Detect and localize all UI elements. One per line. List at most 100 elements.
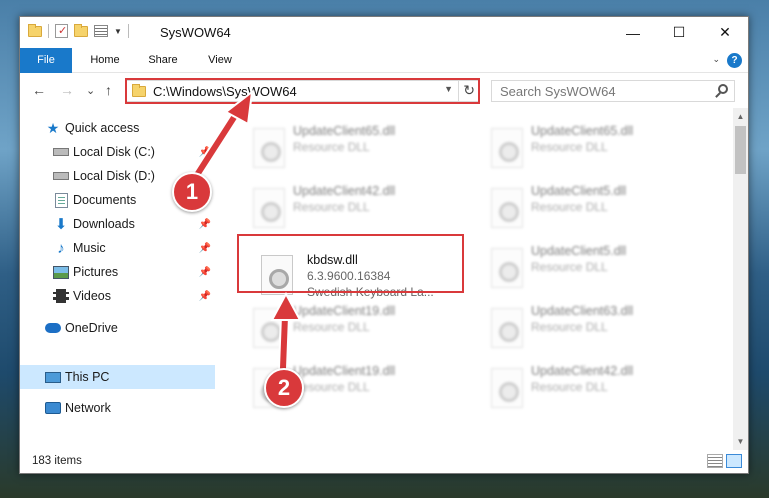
tab-file[interactable]: File xyxy=(20,48,72,73)
file-type: Resource DLL xyxy=(293,320,370,334)
sidebar-item-this-pc[interactable]: This PC xyxy=(20,365,215,389)
back-button[interactable]: ← xyxy=(32,82,46,98)
file-type: Resource DLL xyxy=(531,200,608,214)
status-bar: 183 items xyxy=(20,450,748,473)
title-bar: ▼ SysWOW64 — ☐ ✕ xyxy=(20,17,748,48)
tiles-view-button[interactable] xyxy=(726,454,742,468)
new-folder-icon[interactable] xyxy=(74,23,88,37)
file-type: Resource DLL xyxy=(293,380,370,394)
help-icon[interactable]: ? xyxy=(727,53,742,68)
drive-icon xyxy=(53,145,69,159)
tab-home[interactable]: Home xyxy=(80,48,130,73)
sidebar-item-network[interactable]: Network xyxy=(20,396,215,420)
dll-file-icon xyxy=(491,128,523,168)
tab-share[interactable]: Share xyxy=(138,48,188,73)
pin-icon[interactable]: 📌 xyxy=(199,243,211,254)
sidebar-item-label: Network xyxy=(65,401,111,415)
expand-ribbon-icon[interactable]: ⌄ xyxy=(712,54,720,65)
folder-icon xyxy=(28,23,42,37)
dll-file-icon xyxy=(253,188,285,228)
sidebar-item-label: OneDrive xyxy=(65,321,118,335)
drive-icon xyxy=(53,169,69,183)
sidebar-item-label: Music xyxy=(73,241,106,255)
tab-view[interactable]: View xyxy=(198,48,242,73)
file-name: UpdateClient42.dll xyxy=(531,364,634,378)
file-name: UpdateClient63.dll xyxy=(531,304,634,318)
file-highlight-box xyxy=(237,234,464,293)
file-item[interactable]: UpdateClient65.dll Resource DLL xyxy=(481,118,711,176)
details-view-button[interactable] xyxy=(707,454,723,468)
callout-1: 1 xyxy=(172,172,212,212)
ribbon-tabs: File Home Share View ⌄ ? xyxy=(20,48,748,73)
file-type: Resource DLL xyxy=(293,140,370,154)
maximize-button[interactable]: ☐ xyxy=(656,17,702,48)
dll-file-icon xyxy=(253,128,285,168)
file-name: UpdateClient42.dll xyxy=(293,184,396,198)
chevron-down-icon[interactable]: ▼ xyxy=(114,27,122,36)
file-name: UpdateClient19.dll xyxy=(293,364,396,378)
forward-button[interactable]: → xyxy=(60,82,74,98)
pin-icon[interactable]: 📌 xyxy=(199,291,211,302)
minimize-button[interactable]: — xyxy=(610,17,656,48)
file-type: Resource DLL xyxy=(531,140,608,154)
sidebar-item-label: Pictures xyxy=(73,265,119,279)
sidebar-item-onedrive[interactable]: OneDrive xyxy=(20,316,215,340)
file-item[interactable]: UpdateClient5.dll Resource DLL xyxy=(481,238,711,296)
scroll-thumb[interactable] xyxy=(735,126,746,174)
customize-icon[interactable] xyxy=(94,25,108,37)
star-icon: ★ xyxy=(46,119,60,136)
file-name: UpdateClient5.dll xyxy=(531,244,627,258)
sidebar-item-label: This PC xyxy=(65,370,110,384)
sidebar-item-label: Local Disk (D:) xyxy=(73,169,155,183)
file-type: Resource DLL xyxy=(531,380,608,394)
documents-icon xyxy=(53,192,69,208)
file-item[interactable]: UpdateClient65.dll Resource DLL xyxy=(243,118,473,176)
toolbar-divider xyxy=(48,24,49,38)
search-placeholder: Search SysWOW64 xyxy=(500,84,616,99)
callout-2: 2 xyxy=(264,368,304,408)
dll-file-icon xyxy=(491,308,523,348)
properties-check-icon[interactable] xyxy=(55,24,68,38)
view-toggle xyxy=(707,454,742,468)
scroll-down-button[interactable]: ▼ xyxy=(733,433,748,450)
sidebar-item-downloads[interactable]: ⬇ Downloads 📌 xyxy=(20,212,215,236)
item-count: 183 items xyxy=(32,455,82,467)
search-input[interactable]: Search SysWOW64 xyxy=(491,80,735,102)
quick-access-toolbar: ▼ xyxy=(28,23,129,38)
dll-file-icon xyxy=(491,248,523,288)
scroll-up-button[interactable]: ▲ xyxy=(733,108,748,125)
sidebar-item-label: Local Disk (C:) xyxy=(73,145,155,159)
close-button[interactable]: ✕ xyxy=(702,17,748,48)
file-item[interactable]: UpdateClient42.dll Resource DLL xyxy=(481,358,711,416)
pin-icon[interactable]: 📌 xyxy=(199,267,211,278)
file-item[interactable]: UpdateClient63.dll Resource DLL xyxy=(481,298,711,356)
sidebar-item-label: Quick access xyxy=(65,121,140,135)
pin-icon[interactable]: 📌 xyxy=(199,147,211,158)
up-button[interactable]: ↑ xyxy=(105,82,112,98)
vertical-scrollbar[interactable]: ▲ ▼ xyxy=(733,108,748,450)
sidebar-item-label: Videos xyxy=(73,289,111,303)
file-item[interactable]: UpdateClient5.dll Resource DLL xyxy=(481,178,711,236)
file-type: Resource DLL xyxy=(531,320,608,334)
sidebar-item-local-disk-c[interactable]: Local Disk (C:) 📌 xyxy=(20,140,215,164)
recent-locations-button[interactable]: ⌄ xyxy=(86,84,95,97)
sidebar-item-music[interactable]: ♪ Music 📌 xyxy=(20,236,215,260)
address-highlight-box xyxy=(125,78,480,104)
sidebar-item-quick-access[interactable]: ★ Quick access xyxy=(20,116,215,140)
file-type: Resource DLL xyxy=(293,200,370,214)
file-name: UpdateClient5.dll xyxy=(531,184,627,198)
window-title: SysWOW64 xyxy=(160,25,231,40)
sidebar-item-pictures[interactable]: Pictures 📌 xyxy=(20,260,215,284)
sidebar-item-label: Documents xyxy=(73,193,137,207)
file-name: UpdateClient65.dll xyxy=(293,124,396,138)
search-icon[interactable] xyxy=(718,84,728,94)
file-type: Resource DLL xyxy=(531,260,608,274)
dll-file-icon xyxy=(253,308,285,348)
sidebar-item-videos[interactable]: Videos 📌 xyxy=(20,284,215,308)
pin-icon[interactable]: 📌 xyxy=(199,219,211,230)
file-item[interactable]: UpdateClient42.dll Resource DLL xyxy=(243,178,473,236)
file-item[interactable]: UpdateClient19.dll Resource DLL xyxy=(243,298,473,356)
cloud-icon xyxy=(45,321,61,335)
music-icon: ♪ xyxy=(57,239,65,257)
file-name: UpdateClient65.dll xyxy=(531,124,634,138)
